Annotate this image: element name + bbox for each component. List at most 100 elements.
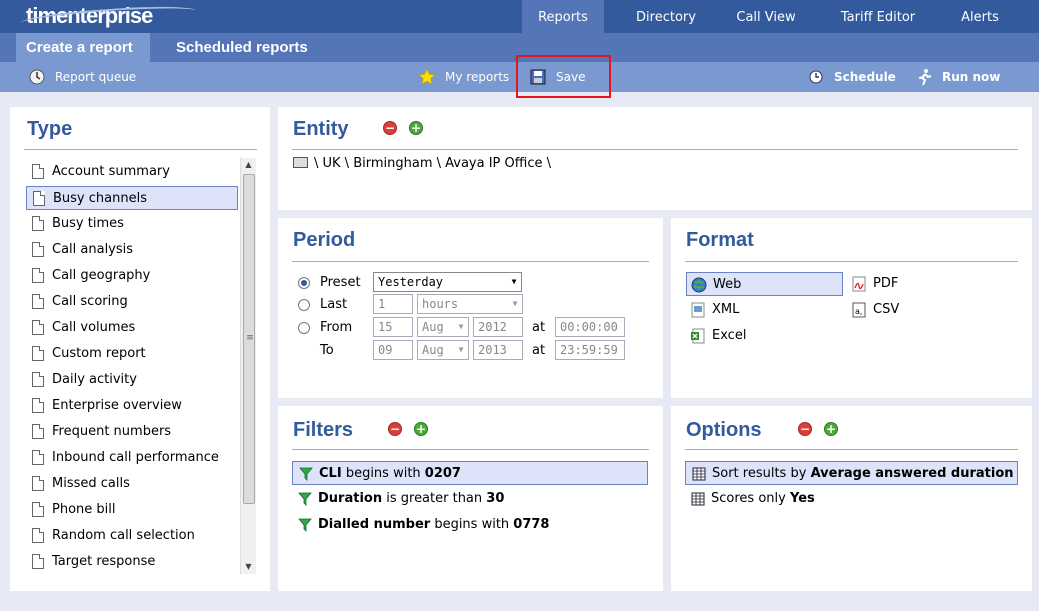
from-radio[interactable] [298,322,310,334]
table-grid-icon [691,492,705,506]
chevron-down-icon: ▼ [511,277,517,286]
report-type-item[interactable]: Target response [26,550,238,574]
report-type-item[interactable]: Inbound call performance [26,446,238,470]
nav-tab-call-view[interactable]: Call View [723,0,809,33]
preset-radio[interactable] [298,277,310,289]
option-row[interactable]: Scores only Yes [685,487,1018,511]
last-label: Last [320,297,348,312]
format-csv[interactable]: a, CSV [847,298,927,322]
filter-field: Dialled number [318,517,431,532]
report-type-item[interactable]: Missed calls [26,472,238,496]
scroll-thumb[interactable]: ≡ [243,174,255,504]
from-day-input[interactable]: 15 [373,317,413,337]
last-count-input[interactable]: 1 [373,294,413,314]
scroll-down-arrow-icon[interactable]: ▼ [241,560,256,574]
last-radio[interactable] [298,299,310,311]
option-row[interactable]: Sort results by Average answered duratio… [685,461,1018,485]
report-queue-button[interactable]: Report queue [28,62,138,92]
excel-file-icon [691,328,705,344]
report-type-item[interactable]: Phone bill [26,498,238,522]
report-type-item[interactable]: Busy channels [26,186,238,210]
filter-row[interactable]: Dialled number begins with 0778 [292,513,648,537]
report-type-item[interactable]: Call scoring [26,290,238,314]
report-queue-label: Report queue [55,70,137,84]
schedule-icon [809,70,823,84]
entity-divider [292,149,1018,150]
to-time-input[interactable]: 23:59:59 [555,340,625,360]
report-type-item[interactable]: Daily activity [26,368,238,392]
report-type-item[interactable]: Call analysis [26,238,238,262]
to-month-select[interactable]: Aug ▼ [417,340,469,360]
subtab-scheduled-reports[interactable]: Scheduled reports [166,33,318,62]
app-logo[interactable]: timenterprise [19,2,197,32]
report-type-label: Inbound call performance [52,450,219,465]
nav-tab-directory[interactable]: Directory [617,0,715,33]
option-text: Sort results by Average answered duratio… [712,462,1014,486]
entity-add-icon[interactable]: + [409,121,423,135]
filters-remove-icon[interactable]: − [388,422,402,436]
report-type-label: Enterprise overview [52,398,182,413]
options-add-icon[interactable]: + [824,422,838,436]
filter-operator: begins with [345,466,421,481]
report-type-item[interactable]: Call volumes [26,316,238,340]
report-type-item[interactable]: Random call selection [26,524,238,548]
format-pdf[interactable]: PDF [847,272,927,296]
from-year-input[interactable]: 2012 [473,317,523,337]
format-excel[interactable]: Excel [686,324,766,348]
from-month-select[interactable]: Aug ▼ [417,317,469,337]
report-type-label: Custom report [52,346,146,361]
type-title: Type [27,118,73,140]
run-now-button[interactable]: Run now [915,62,1000,92]
filter-text: CLI begins with 0207 [319,462,461,486]
nav-tab-reports[interactable]: Reports [522,0,604,33]
preset-select[interactable]: Yesterday ▼ [373,272,522,292]
entity-title: Entity [293,118,349,140]
report-type-item[interactable]: Busy times [26,212,238,236]
option-value: Average answered duration [810,466,1014,481]
last-unit-select[interactable]: hours ▼ [417,294,523,314]
filter-funnel-icon [298,492,312,506]
report-type-label: Frequent numbers [52,424,172,439]
option-text: Scores only Yes [711,487,815,511]
schedule-button[interactable]: Schedule [807,62,897,92]
to-year-input[interactable]: 2013 [473,340,523,360]
from-time-input[interactable]: 00:00:00 [555,317,625,337]
filters-add-icon[interactable]: + [414,422,428,436]
filter-row[interactable]: Duration is greater than 30 [292,487,648,511]
filter-text: Duration is greater than 30 [318,487,504,511]
report-type-label: Random call selection [52,528,195,543]
to-label: To [320,343,334,358]
filter-row[interactable]: CLI begins with 0207 [292,461,648,485]
report-type-item[interactable]: Call geography [26,264,238,288]
nav-tab-tariff-editor[interactable]: Tariff Editor [825,0,931,33]
entity-path[interactable]: \ UK \ Birmingham \ Avaya IP Office \ [293,156,551,171]
type-list-scrollbar[interactable]: ▲ ≡ ▼ [240,158,256,574]
subtab-create-report[interactable]: Create a report [16,33,150,62]
to-at-label: at [532,343,546,358]
my-reports-button[interactable]: My reports [418,62,510,92]
period-divider [292,261,649,262]
options-remove-icon[interactable]: − [798,422,812,436]
report-type-label: Call scoring [52,294,128,309]
report-type-list: Account summary Busy channels Busy times Ca… [24,158,255,574]
scroll-up-arrow-icon[interactable]: ▲ [241,158,256,172]
report-type-item[interactable]: Custom report [26,342,238,366]
nav-tab-alerts[interactable]: Alerts [945,0,1015,33]
clock-icon [29,69,45,85]
format-web[interactable]: Web [686,272,843,296]
filter-field: Duration [318,491,383,506]
report-type-label: Call geography [52,268,151,283]
report-type-label: Busy channels [53,191,147,206]
report-type-item[interactable]: Enterprise overview [26,394,238,418]
entity-remove-icon[interactable]: − [383,121,397,135]
format-title: Format [686,229,754,251]
report-type-label: Call volumes [52,320,136,335]
schedule-label: Schedule [834,70,896,84]
format-xml[interactable]: XML [686,298,766,322]
report-type-item[interactable]: Account summary [26,160,238,184]
filter-field: CLI [319,466,342,481]
report-type-item[interactable]: Frequent numbers [26,420,238,444]
document-icon [32,164,44,179]
to-day-input[interactable]: 09 [373,340,413,360]
chevron-down-icon: ▼ [458,345,464,354]
